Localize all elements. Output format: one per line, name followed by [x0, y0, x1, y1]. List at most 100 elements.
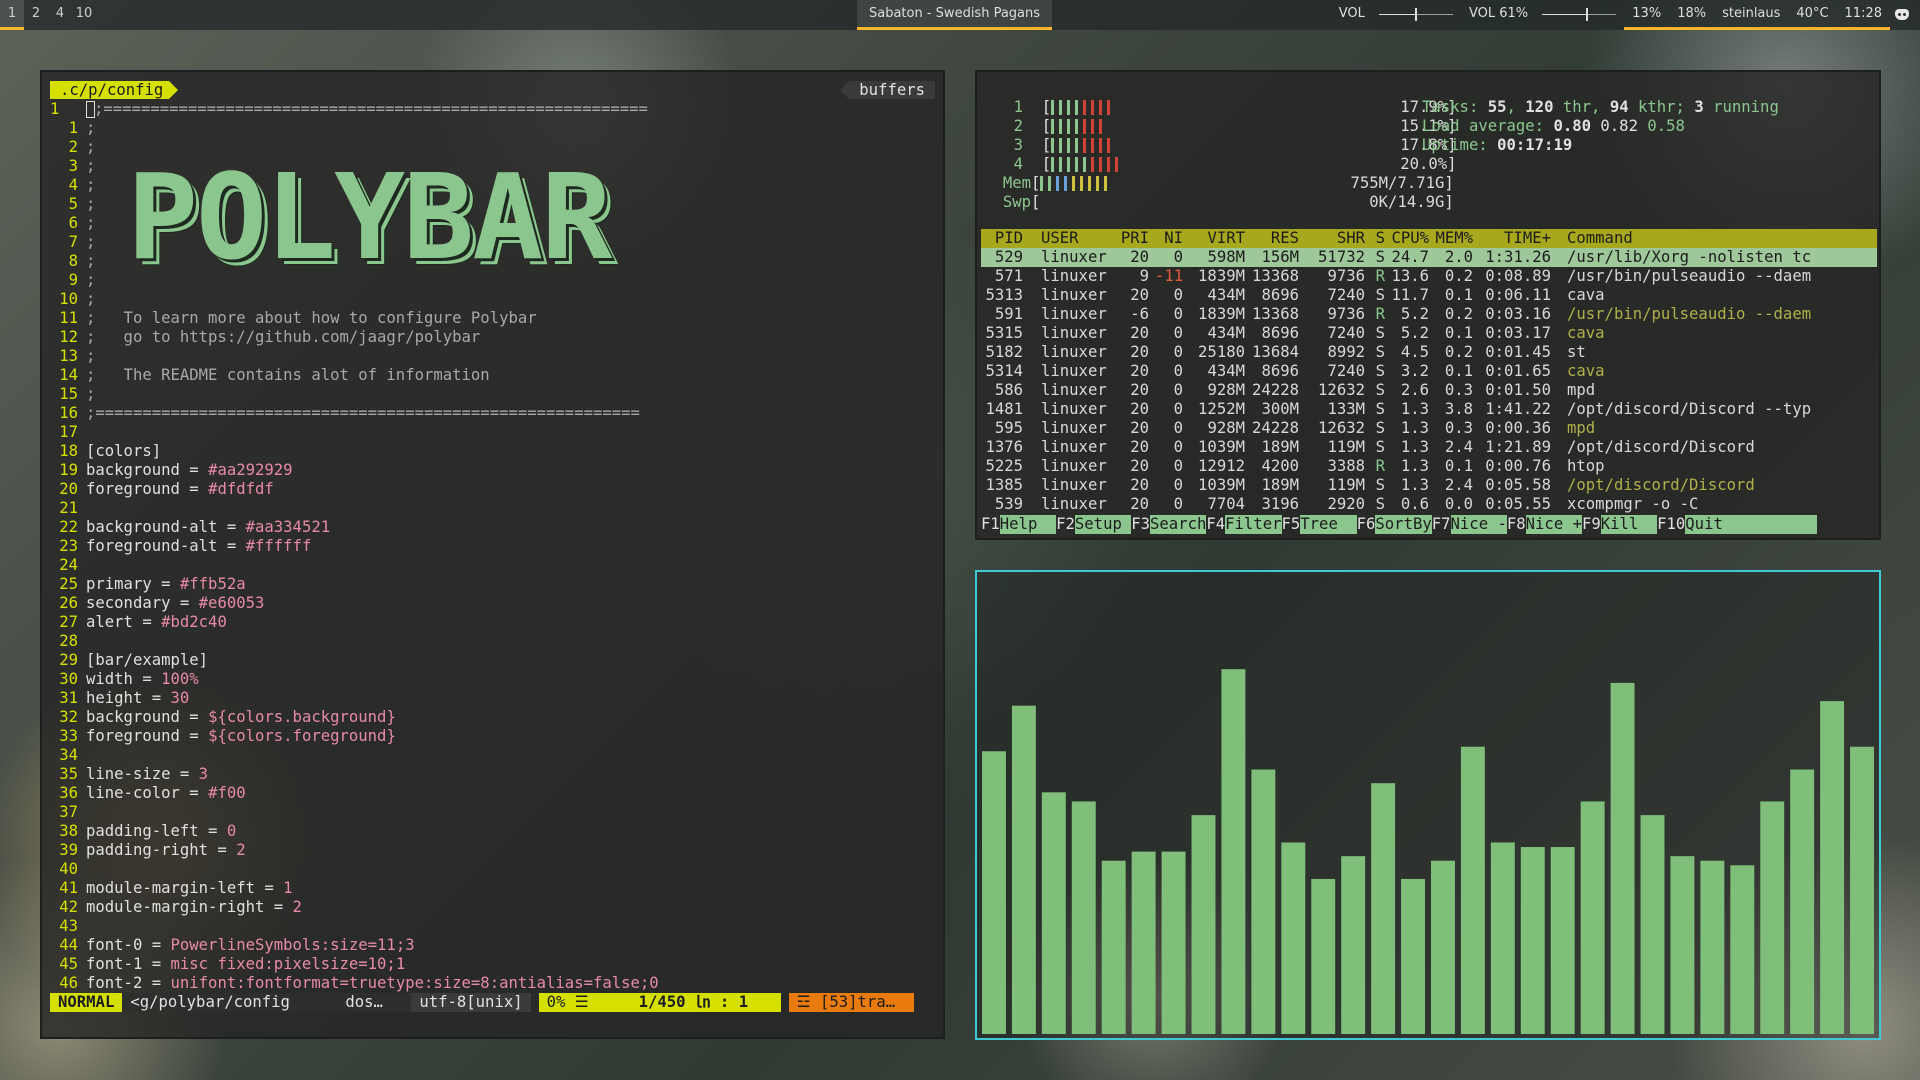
fkey-f9[interactable]: F9 — [1582, 515, 1601, 534]
volume-percent-module[interactable]: VOL 61% — [1461, 0, 1624, 30]
line-text: ; — [86, 290, 96, 308]
process-row[interactable]: 1376 linuxer 20 0 1039M 189M 119M S 1.3 2.4 1:21.8… — [981, 438, 1877, 457]
process-row[interactable]: 539 linuxer 20 0 7704 3196 2920 S 0.6 0.0 0:05.55 x… — [981, 495, 1877, 514]
process-cell: 5225 — [985, 457, 1023, 475]
fkey-f5[interactable]: F5 — [1282, 515, 1301, 534]
process-row[interactable]: 571 linuxer 9 -11 1839M 13368 9736 R 13.6 0.2 0:08… — [981, 267, 1877, 286]
process-row[interactable]: 595 linuxer 20 0 928M 24228 12632 S 1.3 0.3 0:00.3… — [981, 419, 1877, 438]
fkey-f1[interactable]: F1 — [981, 515, 1000, 534]
process-row[interactable]: 586 linuxer 20 0 928M 24228 12632 S 2.6 0.3 0:01.5… — [981, 381, 1877, 400]
cava-bar — [1281, 842, 1306, 1034]
process-cell: 20 — [1130, 400, 1149, 418]
fkey-label[interactable]: SortBy — [1375, 515, 1432, 534]
fkey-label[interactable]: Quit — [1685, 515, 1817, 534]
volume-module[interactable]: VOL — [1331, 0, 1461, 30]
vim-window[interactable]: .c/p/config buffers 1 ;==================… — [40, 70, 945, 1039]
vim-line: 31 height = 30 — [50, 689, 935, 708]
line-text: font-2 = unifont:fontformat=truetype:siz… — [86, 974, 659, 993]
window-title: Sabaton - Swedish Pagans — [857, 0, 1053, 30]
column-header-command[interactable]: Command — [1557, 229, 1877, 248]
fkey-f3[interactable]: F3 — [1131, 515, 1150, 534]
fkey-label[interactable]: Nice + — [1525, 515, 1582, 534]
fkey-label[interactable]: Help — [999, 515, 1057, 534]
vim-line: 17 — [50, 423, 935, 442]
column-header-virt[interactable]: VIRT — [1189, 229, 1251, 248]
cpu-meter: 4 [20.0%] — [997, 155, 1457, 174]
process-cell: 1839M — [1198, 305, 1245, 323]
cava-bar — [1371, 783, 1396, 1034]
discord-icon[interactable] — [1894, 8, 1912, 22]
workspace-1[interactable]: 1 — [0, 0, 24, 30]
process-cell: /opt/discord/Discord — [1567, 438, 1755, 456]
config-key: padding-right = — [86, 841, 237, 859]
column-header-res[interactable]: RES — [1251, 229, 1305, 248]
process-cell: 0 — [1173, 400, 1183, 418]
fkey-label[interactable]: Tree — [1300, 515, 1357, 534]
process-row[interactable]: 5315 linuxer 20 0 434M 8696 7240 S 5.2 0.1 0:03.17… — [981, 324, 1877, 343]
cpu-bar — [1051, 155, 1331, 174]
process-row[interactable]: 529 linuxer 20 0 598M 156M 51732 S 24.7 2.0 1:31.2… — [981, 248, 1877, 267]
workspace-2[interactable]: 2 — [24, 0, 48, 30]
line-number: 38 — [59, 822, 78, 840]
volume-slider[interactable] — [1378, 7, 1453, 21]
process-row[interactable]: 1481 linuxer 20 0 1252M 300M 133M S 1.3 3.8 1:41.2… — [981, 400, 1877, 419]
process-cell: 2.4 — [1444, 438, 1473, 456]
process-row[interactable]: 591 linuxer -6 0 1839M 13368 9736 R 5.2 0.2 0:03.1… — [981, 305, 1877, 324]
vim-line: 36 line-color = #f00 — [50, 784, 935, 803]
column-header-mem[interactable]: MEM% — [1435, 229, 1479, 248]
process-row[interactable]: 5182 linuxer 20 0 25180 13684 8992 S 4.5 0.2 0:01.… — [981, 343, 1877, 362]
workspace-10[interactable]: 10 — [72, 0, 96, 30]
cava-bar — [1520, 847, 1545, 1034]
process-cell: 0.2 — [1444, 305, 1473, 323]
cava-window[interactable] — [975, 570, 1881, 1040]
fkey-f8[interactable]: F8 — [1507, 515, 1526, 534]
line-text: ; — [86, 195, 96, 213]
fkey-f10[interactable]: F10 — [1657, 515, 1685, 534]
config-value: 1 — [283, 879, 293, 897]
fkey-f2[interactable]: F2 — [1056, 515, 1075, 534]
process-row[interactable]: 1385 linuxer 20 0 1039M 189M 119M S 1.3 2.4 0:05.5… — [981, 476, 1877, 495]
swp-bar — [1040, 193, 1328, 212]
line-number: 11 — [59, 309, 78, 327]
column-header-pri[interactable]: PRI — [1115, 229, 1155, 248]
process-cell: 2920 — [1327, 495, 1365, 513]
fkey-f6[interactable]: F6 — [1357, 515, 1376, 534]
line-number: 20 — [59, 480, 78, 498]
fkey-label[interactable]: Setup — [1074, 515, 1132, 534]
column-header-s[interactable]: S — [1371, 229, 1391, 248]
htop-window[interactable]: 1 [17.9%] 2 [15.1%] 3 [17.8%] 4 [20.0%] Mem[… — [975, 70, 1881, 540]
column-header-time[interactable]: TIME+ — [1479, 229, 1557, 248]
fkey-label[interactable]: Search — [1150, 515, 1207, 534]
htop-meters: 1 [17.9%] 2 [15.1%] 3 [17.8%] 4 [20.0%] Mem[… — [997, 98, 1457, 212]
line-number: 16 — [59, 404, 78, 422]
column-header-user[interactable]: USER — [1029, 229, 1115, 248]
process-cell: 0:08.89 — [1485, 267, 1551, 285]
process-row[interactable]: 5313 linuxer 20 0 434M 8696 7240 S 11.7 0.1 0:06.1… — [981, 286, 1877, 305]
line-text: primary = #ffb52a — [86, 575, 246, 594]
cava-bar — [1850, 746, 1874, 1034]
vim-buffers-label[interactable]: buffers — [840, 81, 935, 99]
line-text: module-margin-right = 2 — [86, 898, 302, 917]
fkey-label[interactable]: Kill — [1600, 515, 1658, 534]
process-cell: S — [1375, 324, 1385, 342]
fkey-f4[interactable]: F4 — [1206, 515, 1225, 534]
fkey-label[interactable]: Filter — [1225, 515, 1282, 534]
column-header-shr[interactable]: SHR — [1305, 229, 1371, 248]
fkey-label[interactable]: Nice - — [1450, 515, 1507, 534]
line-number: 5 — [68, 195, 78, 213]
volume-percent-slider[interactable] — [1542, 7, 1617, 21]
process-cell: 0:01.50 — [1485, 381, 1551, 399]
column-header-pid[interactable]: PID — [981, 229, 1029, 248]
fkey-f7[interactable]: F7 — [1432, 515, 1451, 534]
vim-line: 12 ; go to https://github.com/jaagr/polyb… — [50, 328, 935, 347]
process-cell: 1376 — [985, 438, 1023, 456]
process-row[interactable]: 5314 linuxer 20 0 434M 8696 7240 S 3.2 0.1 0:01.65… — [981, 362, 1877, 381]
process-table[interactable]: PID USER PRI NI VIRT RES SHR S CPU% MEM% TIME+ Comm… — [981, 229, 1877, 514]
workspace-4[interactable]: 4 — [48, 0, 72, 30]
vim-path-tab[interactable]: .c/p/config — [50, 81, 179, 99]
process-cell: 595 — [994, 419, 1023, 437]
tasks-row: Tasks: 55, 120 thr, 94 kthr; 3 running — [1422, 98, 1779, 116]
column-header-ni[interactable]: NI — [1155, 229, 1189, 248]
process-row[interactable]: 5225 linuxer 20 0 12912 4200 3388 R 1.3 0.1 0:00.7… — [981, 457, 1877, 476]
column-header-cpu[interactable]: CPU% — [1391, 229, 1435, 248]
